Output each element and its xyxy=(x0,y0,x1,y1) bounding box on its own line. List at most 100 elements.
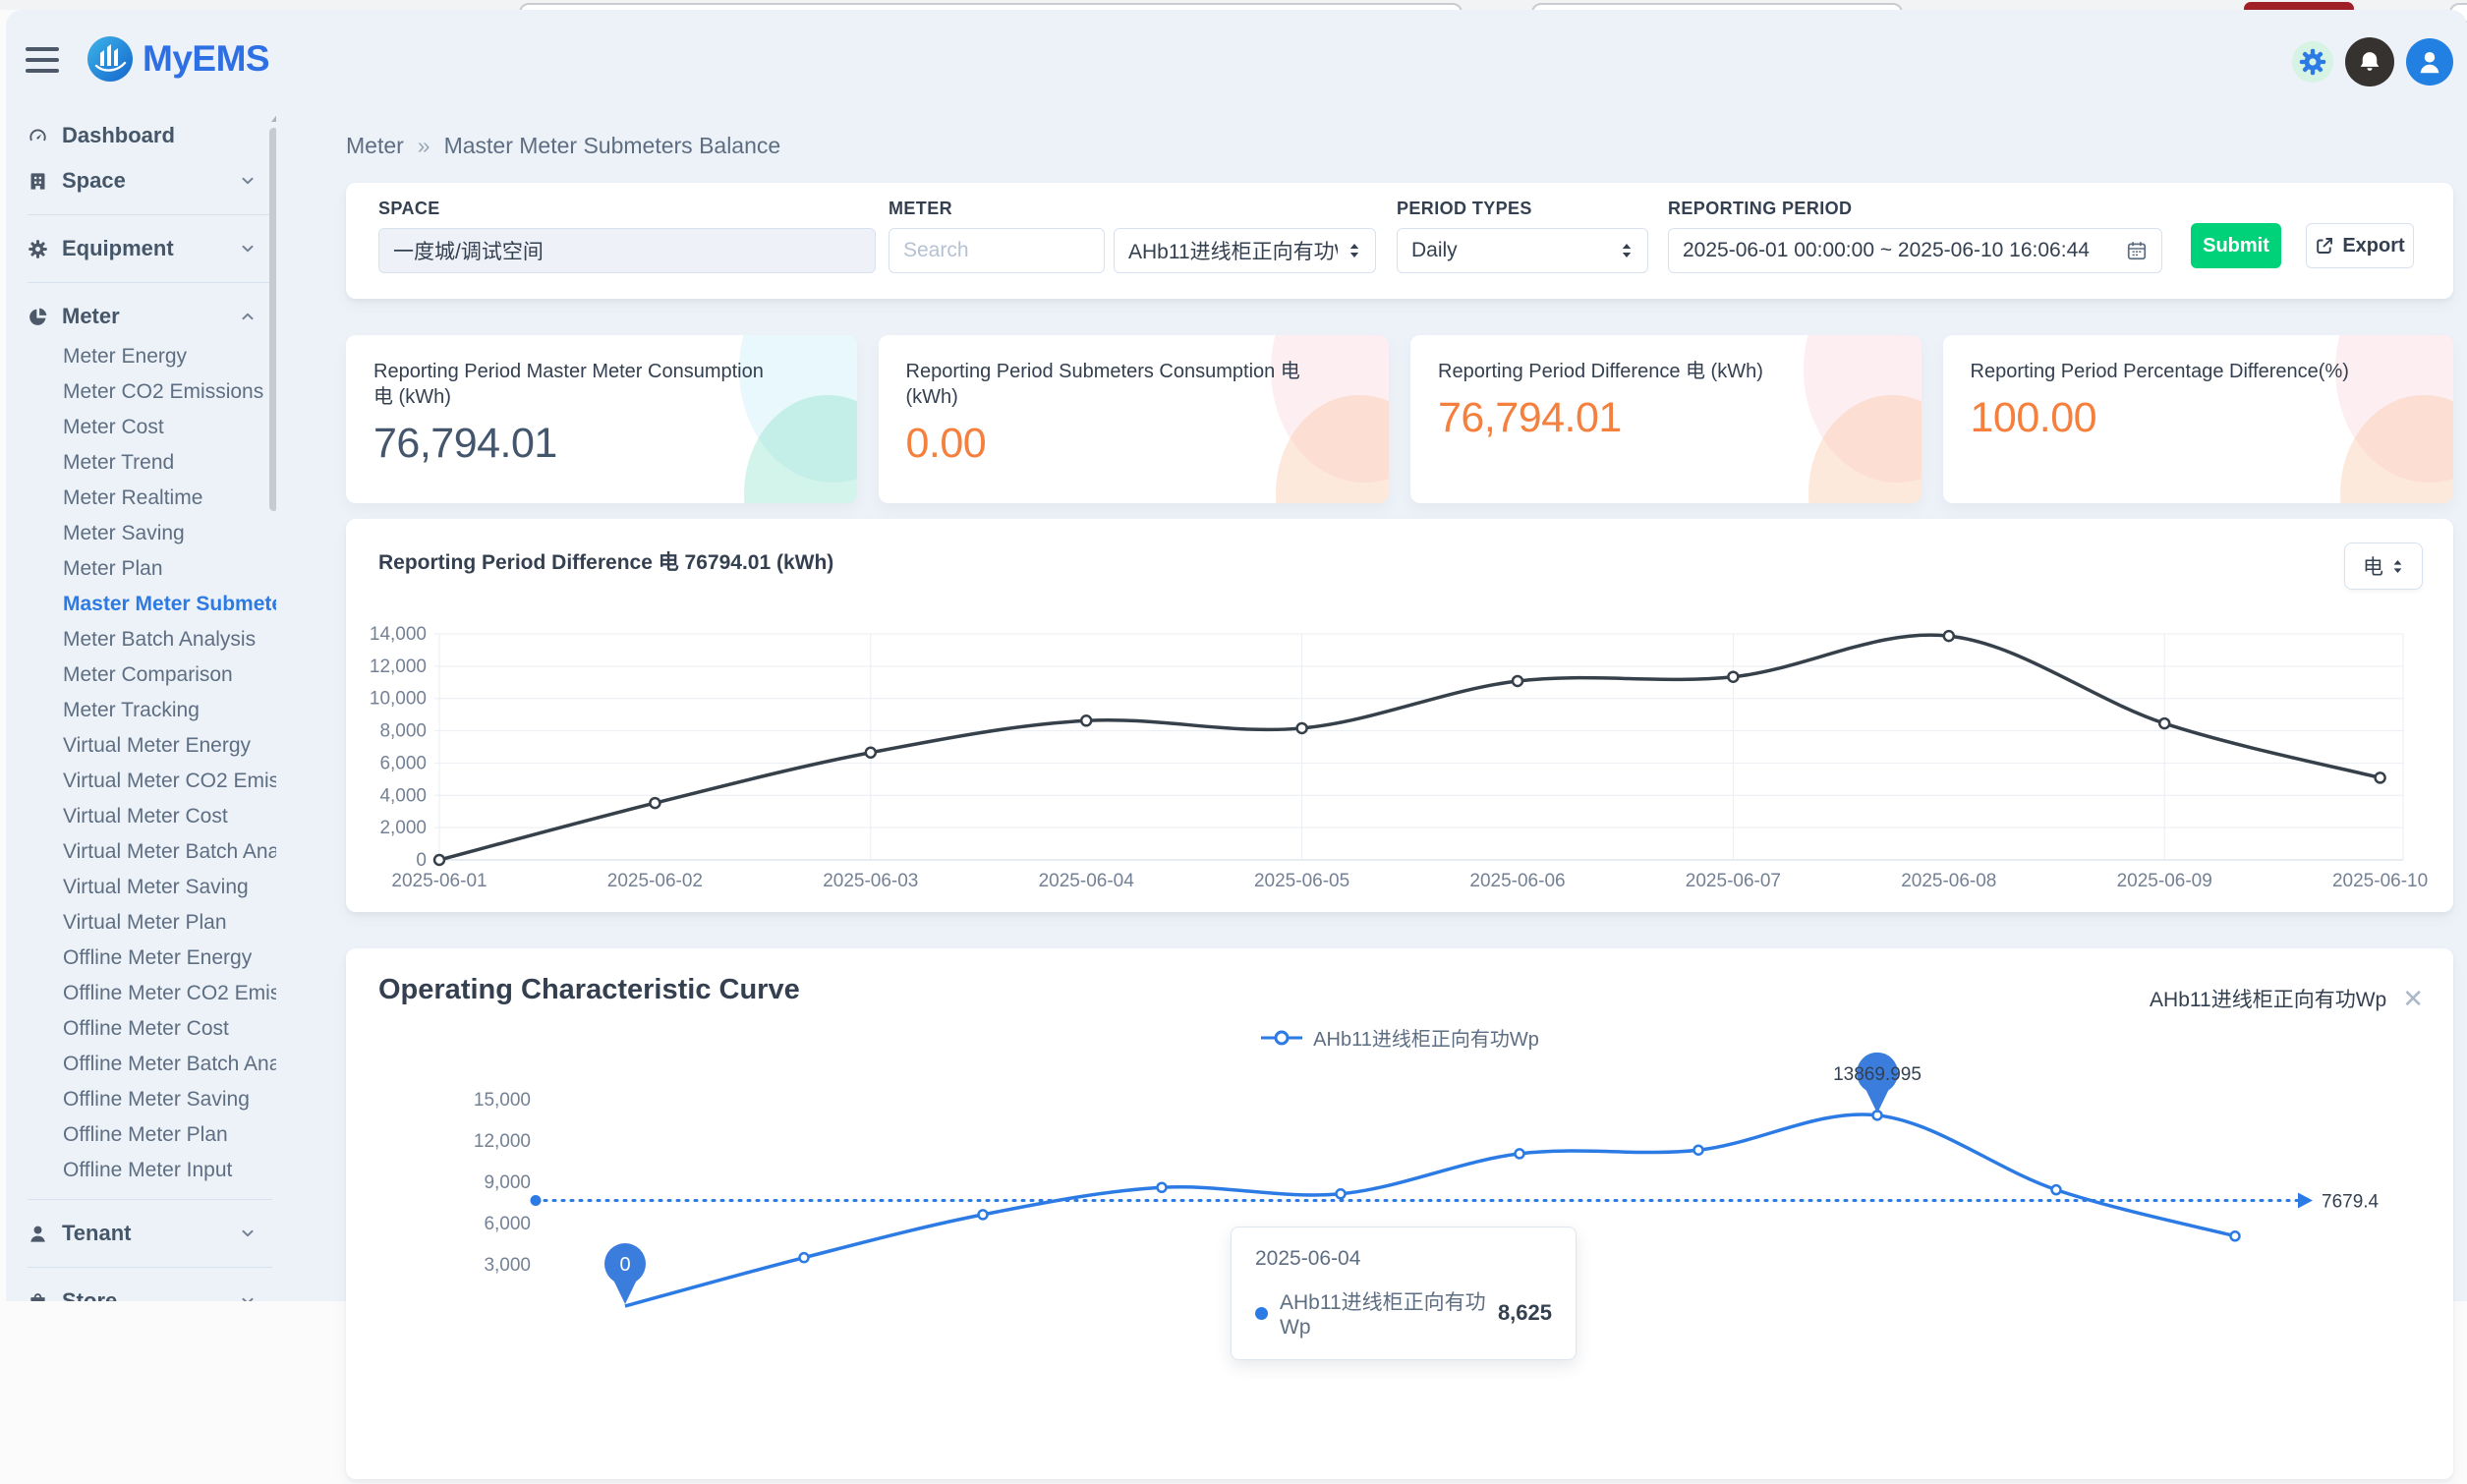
svg-text:15,000: 15,000 xyxy=(474,1090,531,1111)
svg-text:3,000: 3,000 xyxy=(484,1255,531,1276)
reporting-period-input[interactable]: 2025-06-01 00:00:00 ~ 2025-06-10 16:06:4… xyxy=(1668,228,2162,273)
sidebar-subitem-meter-plan[interactable]: Meter Plan xyxy=(6,551,276,587)
svg-text:2025-06-04: 2025-06-04 xyxy=(1039,871,1135,891)
sidebar-subitem-virtual-meter-energy[interactable]: Virtual Meter Energy xyxy=(6,728,276,764)
sidebar-subitem-offline-meter-batch-analysis[interactable]: Offline Meter Batch Analysis xyxy=(6,1047,276,1082)
gauge-icon xyxy=(28,126,48,146)
sidebar-subitem-meter-comparison[interactable]: Meter Comparison xyxy=(6,657,276,693)
sidebar-scrollbar[interactable] xyxy=(269,128,276,511)
svg-text:0: 0 xyxy=(416,850,427,871)
stat-card-value: 0.00 xyxy=(906,420,1362,468)
gear-icon xyxy=(28,239,48,259)
tooltip-series-dot xyxy=(1255,1307,1268,1320)
tooltip-date: 2025-06-04 xyxy=(1255,1247,1552,1271)
breadcrumb: Meter » Master Meter Submeters Balance xyxy=(346,133,780,159)
sidebar-subitem-meter-energy[interactable]: Meter Energy xyxy=(6,339,276,374)
sidebar-subitem-virtual-meter-plan[interactable]: Virtual Meter Plan xyxy=(6,905,276,941)
sidebar-subitem-meter-saving[interactable]: Meter Saving xyxy=(6,516,276,551)
sidebar-subitem-meter-cost[interactable]: Meter Cost xyxy=(6,410,276,445)
tooltip-series-value: 8,625 xyxy=(1498,1300,1552,1326)
sidebar-subitem-meter-co2-emissions[interactable]: Meter CO2 Emissions xyxy=(6,374,276,410)
stat-card-title: Reporting Period Percentage Difference(%… xyxy=(1971,359,2372,384)
sidebar-item-equipment[interactable]: Equipment xyxy=(6,226,276,271)
pie-icon xyxy=(28,307,48,327)
svg-text:2025-06-08: 2025-06-08 xyxy=(1901,871,1996,891)
sidebar-item-label: Store xyxy=(62,1288,225,1301)
svg-text:2025-06-01: 2025-06-01 xyxy=(391,871,487,891)
svg-text:8,000: 8,000 xyxy=(379,721,427,742)
sidebar-subitem-offline-meter-cost[interactable]: Offline Meter Cost xyxy=(6,1011,276,1047)
sidebar-item-label: Tenant xyxy=(62,1221,225,1246)
sidebar-subitem-offline-meter-saving[interactable]: Offline Meter Saving xyxy=(6,1082,276,1117)
operating-curve-chart: 3,0006,0009,00012,00015,0007679.4013869.… xyxy=(346,948,2453,1479)
stat-card-row: Reporting Period Master Meter Consumptio… xyxy=(346,335,2453,503)
space-label: SPACE xyxy=(378,199,876,219)
svg-text:2025-06-06: 2025-06-06 xyxy=(1469,871,1565,891)
space-input[interactable] xyxy=(393,239,861,262)
sidebar-subitem-virtual-meter-cost[interactable]: Virtual Meter Cost xyxy=(6,799,276,834)
sidebar-subitem-offline-meter-co2-emissions[interactable]: Offline Meter CO2 Emissions xyxy=(6,976,276,1011)
sidebar-divider xyxy=(28,1267,272,1268)
sidebar-item-meter[interactable]: Meter xyxy=(6,294,276,339)
stat-card-value: 76,794.01 xyxy=(1438,394,1894,442)
sidebar-subitem-meter-realtime[interactable]: Meter Realtime xyxy=(6,481,276,516)
stat-card-reporting-period-difference-kwh: Reporting Period Difference 电 (kWh) 76,79… xyxy=(1410,335,1922,503)
stat-card-title: Reporting Period Difference 电 (kWh) xyxy=(1438,359,1839,384)
sidebar-scroll-up-arrow[interactable] xyxy=(271,113,276,122)
submit-button[interactable]: Submit xyxy=(2191,223,2281,268)
chevron-down-icon xyxy=(239,240,257,257)
svg-text:2025-06-05: 2025-06-05 xyxy=(1254,871,1349,891)
breadcrumb-separator: » xyxy=(418,133,430,159)
svg-text:7679.4: 7679.4 xyxy=(2322,1191,2380,1212)
brand-logo[interactable]: MyEMS xyxy=(86,35,269,83)
svg-text:9,000: 9,000 xyxy=(484,1172,531,1193)
stat-card-value: 100.00 xyxy=(1971,394,2427,442)
meter-select-value: AHb11进线柜正向有功Wp xyxy=(1128,236,1338,265)
difference-chart-card: Reporting Period Difference 电 76794.01 (… xyxy=(346,519,2453,912)
sidebar-subitem-meter-batch-analysis[interactable]: Meter Batch Analysis xyxy=(6,622,276,657)
calendar-icon xyxy=(2126,240,2148,261)
sidebar-subitem-meter-tracking[interactable]: Meter Tracking xyxy=(6,693,276,728)
sidebar-subitem-virtual-meter-batch-analysis[interactable]: Virtual Meter Batch Analysis xyxy=(6,834,276,870)
meter-search-input[interactable] xyxy=(903,239,1090,262)
period-types-select[interactable]: Daily xyxy=(1397,228,1648,273)
sidebar-item-dashboard[interactable]: Dashboard xyxy=(6,113,276,158)
svg-text:2,000: 2,000 xyxy=(379,818,427,838)
sidebar-subitem-virtual-meter-saving[interactable]: Virtual Meter Saving xyxy=(6,870,276,905)
sidebar-subitem-meter-trend[interactable]: Meter Trend xyxy=(6,445,276,481)
sidebar-item-tenant[interactable]: Tenant xyxy=(6,1211,276,1256)
chevron-down-icon xyxy=(239,1292,257,1301)
svg-text:0: 0 xyxy=(619,1254,630,1276)
tooltip-series-name: AHb11进线柜正向有功Wp xyxy=(1280,1286,1486,1340)
sidebar-item-store[interactable]: Store xyxy=(6,1279,276,1301)
sidebar-divider xyxy=(28,214,272,215)
notification-bell-icon[interactable] xyxy=(2345,37,2394,86)
menu-icon[interactable] xyxy=(26,47,59,73)
meter-label: METER xyxy=(889,199,1105,219)
sidebar-divider xyxy=(28,282,272,283)
stat-card-reporting-period-master-meter-consumptio: Reporting Period Master Meter Consumptio… xyxy=(346,335,857,503)
building-icon xyxy=(28,171,48,192)
chevron-down-icon xyxy=(239,1225,257,1242)
sidebar-item-label: Space xyxy=(62,168,225,194)
sidebar-subitem-virtual-meter-co2-emissions[interactable]: Virtual Meter CO2 Emissions xyxy=(6,764,276,799)
meter-select[interactable]: AHb11进线柜正向有功Wp xyxy=(1114,228,1376,273)
person-icon xyxy=(28,1224,48,1244)
user-avatar-icon[interactable] xyxy=(2406,38,2453,86)
sidebar-subitem-master-meter-submeters-balance[interactable]: Master Meter Submeters Balance xyxy=(6,587,276,622)
sidebar-item-space[interactable]: Space xyxy=(6,158,276,203)
svg-text:14,000: 14,000 xyxy=(370,624,427,645)
brand-name: MyEMS xyxy=(143,38,269,80)
sidebar-subitem-offline-meter-energy[interactable]: Offline Meter Energy xyxy=(6,941,276,976)
settings-gear-icon[interactable] xyxy=(2292,41,2333,83)
reporting-period-value: 2025-06-01 00:00:00 ~ 2025-06-10 16:06:4… xyxy=(1683,239,2116,262)
export-icon xyxy=(2315,236,2334,256)
sidebar: Dashboard Space Equipment MeterMeter Energy… xyxy=(6,113,276,1301)
sidebar-subitem-offline-meter-plan[interactable]: Offline Meter Plan xyxy=(6,1117,276,1153)
breadcrumb-parent[interactable]: Meter xyxy=(346,133,404,159)
sidebar-subitem-offline-meter-input[interactable]: Offline Meter Input xyxy=(6,1153,276,1188)
svg-text:10,000: 10,000 xyxy=(370,689,427,710)
period-types-value: Daily xyxy=(1411,239,1610,262)
export-button[interactable]: Export xyxy=(2306,223,2414,268)
difference-line-chart: 02,0004,0006,0008,00010,00012,00014,0002… xyxy=(346,519,2453,912)
